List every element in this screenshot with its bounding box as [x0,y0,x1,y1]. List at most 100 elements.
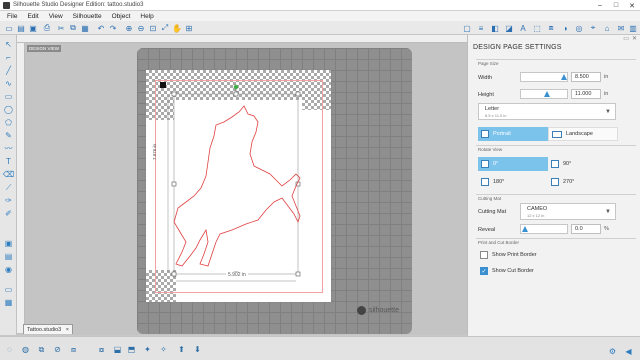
menu-help[interactable]: Help [135,13,158,20]
select-tool-icon[interactable]: ↖ [3,39,14,50]
redo-icon[interactable]: ↷ [108,23,118,33]
print-icon[interactable]: ⎙ [42,23,52,33]
paste-icon[interactable]: ▦ [80,23,90,33]
slider-thumb-icon[interactable] [522,226,528,232]
panel-collapse-icon[interactable]: ◀ [624,347,633,356]
silhouette-logo-icon [357,306,366,315]
freehand-tool-icon[interactable]: ✎ [3,130,14,141]
zoom-out-icon[interactable]: ⊖ [136,23,146,33]
store-icon-left[interactable]: ◉ [3,264,14,275]
zoom-select-icon[interactable]: ⊡ [148,23,158,33]
eraser-tool-icon[interactable]: ⌫ [3,169,14,180]
menu-file[interactable]: File [2,13,22,20]
design-page-icon[interactable]: ▢ [462,23,472,33]
store-icon[interactable]: ⌂ [602,23,612,33]
settings-icon-left[interactable]: ▦ [3,297,14,308]
minimize-button[interactable]: – [592,0,608,11]
menu-object[interactable]: Object [107,13,136,20]
menu-view[interactable]: View [44,13,68,20]
line-style-icon[interactable]: ≡ [476,23,486,33]
make-compound-icon[interactable]: ⬓ [112,344,123,355]
release-compound-icon[interactable]: ⬒ [126,344,137,355]
deselect-icon[interactable]: ◍ [20,344,31,355]
panel-close-icon[interactable]: ✕ [632,35,637,43]
app-icon [3,1,10,9]
ungroup-icon[interactable]: ⧇ [96,344,107,355]
new-doc-icon[interactable]: ▭ [4,23,14,33]
polygon-tool-icon[interactable]: ⬠ [3,117,14,128]
sketch-tool-icon[interactable]: ✐ [3,208,14,219]
line-color-icon[interactable]: ◪ [504,23,514,33]
library-icon-left[interactable]: ▤ [3,251,14,262]
delete-icon[interactable]: ⊘ [52,344,63,355]
menu-edit[interactable]: Edit [22,13,43,20]
height-field[interactable]: 11.000 [571,89,601,99]
zoom-in-icon[interactable]: ⊕ [124,23,134,33]
text-style-icon[interactable]: A [518,23,528,33]
left-toolbar: ↖ ⌐ ╱ ∿ ▭ ◯ ⬠ ✎ 〰 T ⌫ ⟋ ✑ ✐ ▣ ▤ ◉ ▭ ▦ [0,35,17,335]
undo-icon[interactable]: ↶ [96,23,106,33]
grid-icon[interactable]: ⊞ [184,23,194,33]
select-all-icon[interactable]: ◌ [4,344,15,355]
text-tool-icon[interactable]: T [3,156,14,167]
show-print-border-checkbox[interactable] [480,251,488,259]
send-icon-left[interactable]: ▭ [3,284,14,295]
eyedropper-tool-icon[interactable]: ✑ [3,195,14,206]
design-selection[interactable] [146,70,331,302]
trace-icon[interactable]: ⌖ [588,23,598,33]
replicate-icon[interactable]: ⧈ [546,23,556,33]
line-tool-icon[interactable]: ╱ [3,65,14,76]
close-window-button[interactable]: ✕ [624,0,640,11]
width-slider[interactable] [520,72,568,82]
offset-icon[interactable]: ◎ [574,23,584,33]
fill-color-icon[interactable]: ◧ [490,23,500,33]
weld-icon[interactable]: ✦ [142,344,153,355]
cut-icon[interactable]: ✂ [56,23,66,33]
show-cut-border-checkbox[interactable]: ✓ [480,267,488,275]
reveal-slider[interactable] [520,224,568,234]
rotate-90-button[interactable]: 90° [548,157,618,171]
ellipse-tool-icon[interactable]: ◯ [3,104,14,115]
copy-icon[interactable]: ⧉ [68,23,78,33]
rotate-270-button[interactable]: 270° [548,175,618,189]
open-icon[interactable]: ▤ [16,23,26,33]
offset-bottom-icon[interactable]: ✧ [158,344,169,355]
page-size-name: Letter [485,106,500,112]
tab-close-icon[interactable]: × [66,327,69,333]
landscape-button[interactable]: Landscape [548,127,618,141]
bring-front-icon[interactable]: ⬆ [176,344,187,355]
smooth-freehand-icon[interactable]: 〰 [3,143,14,154]
design-view-badge: DESIGN VIEW [27,45,62,52]
rotate-0-button[interactable]: 0° [478,157,548,171]
rotate-180-button[interactable]: 180° [478,175,548,189]
library-icon[interactable]: ▥ [628,23,638,33]
duplicate-icon[interactable]: ⧉ [36,344,47,355]
reveal-field[interactable]: 0.0 [571,224,601,234]
portrait-button[interactable]: Portrait [478,127,548,141]
send-to-cutter-icon[interactable]: ✉ [616,23,626,33]
send-back-icon[interactable]: ⬇ [192,344,203,355]
pan-icon[interactable]: ✋ [172,23,182,33]
document-tab[interactable]: Tattoo.studio3 × [23,324,73,334]
slider-thumb-icon[interactable] [561,74,567,80]
cutting-mat-dropdown[interactable]: CAMEO 12 x 12 in ▼ [520,203,616,220]
settings-gear-icon[interactable]: ⚙ [608,347,617,356]
knife-tool-icon[interactable]: ⟋ [3,182,14,193]
edit-points-icon[interactable]: ⌐ [3,52,14,63]
slider-thumb-icon[interactable] [544,91,550,97]
width-field[interactable]: 8.500 [571,72,601,82]
rectangle-tool-icon[interactable]: ▭ [3,91,14,102]
page-size-dropdown[interactable]: Letter 8.5 x 11.0 in ▼ [478,103,616,120]
menu-silhouette[interactable]: Silhouette [68,13,107,20]
group-icon[interactable]: ⧈ [68,344,79,355]
transform-icon[interactable]: ⬚ [532,23,542,33]
curve-tool-icon[interactable]: ∿ [3,78,14,89]
design-page-icon-left[interactable]: ▣ [3,238,14,249]
modify-icon[interactable]: ◑ [560,23,570,33]
fit-page-icon[interactable]: ⤢ [160,23,170,33]
rotate-90-label: 90° [563,161,572,167]
panel-pin-icon[interactable]: ▭ [623,35,629,43]
maximize-button[interactable]: □ [608,0,624,11]
height-slider[interactable] [520,89,568,99]
save-icon[interactable]: ▣ [28,23,38,33]
